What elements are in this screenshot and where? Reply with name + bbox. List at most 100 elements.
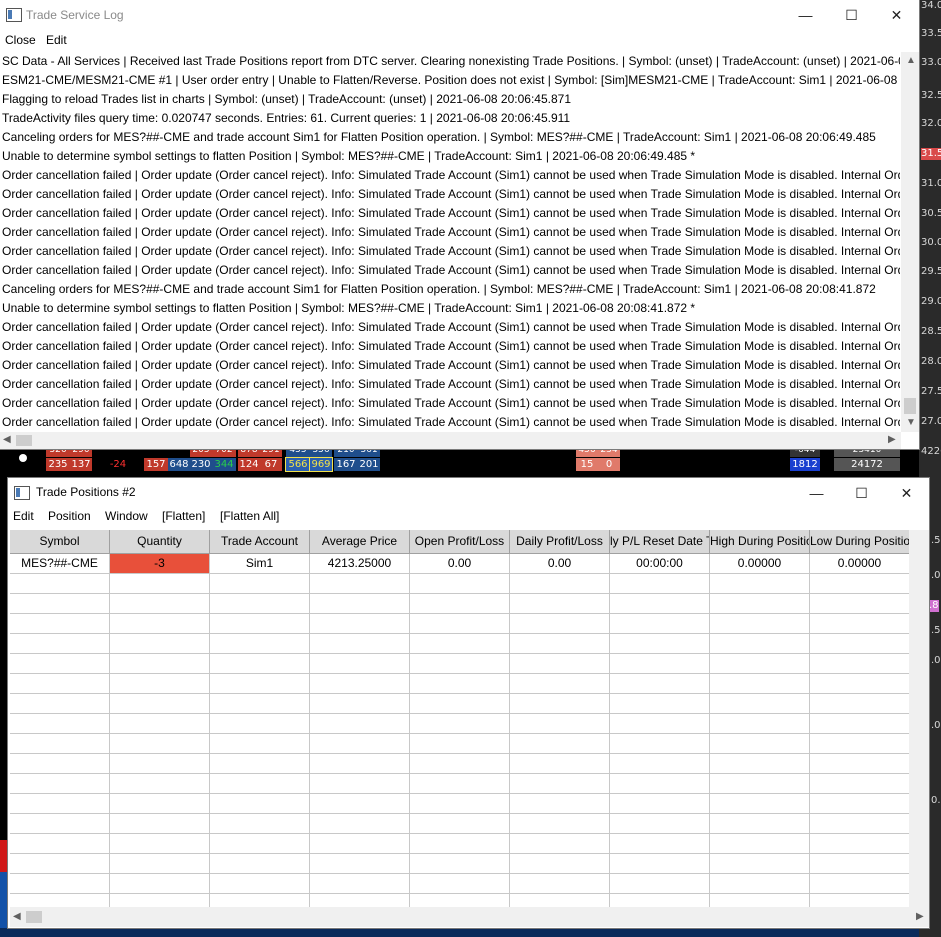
empty-cell[interactable] (110, 874, 210, 894)
empty-cell[interactable] (710, 754, 810, 774)
empty-cell[interactable] (310, 574, 410, 594)
position-cell[interactable]: 0.00 (410, 554, 510, 574)
empty-cell[interactable] (210, 654, 310, 674)
empty-cell[interactable] (10, 714, 110, 734)
log-line[interactable]: Order cancellation failed | Order update… (2, 204, 900, 223)
empty-cell[interactable] (710, 834, 810, 854)
empty-cell[interactable] (710, 794, 810, 814)
empty-cell[interactable] (410, 634, 510, 654)
empty-cell[interactable] (810, 654, 909, 674)
empty-cell[interactable] (810, 894, 909, 907)
empty-cell[interactable] (110, 814, 210, 834)
empty-cell[interactable] (310, 694, 410, 714)
log-horizontal-scrollbar[interactable]: ◀ ▶ (0, 432, 901, 449)
empty-cell[interactable] (410, 774, 510, 794)
menu-flatten-all[interactable]: [Flatten All] (220, 506, 279, 526)
positions-grid[interactable]: Symbol Quantity Trade Account Average Price… (10, 530, 909, 907)
log-vscroll-thumb[interactable] (904, 398, 916, 414)
empty-cell[interactable] (210, 714, 310, 734)
empty-cell[interactable] (810, 854, 909, 874)
log-line[interactable]: SC Data - All Services | Received last T… (2, 52, 900, 71)
empty-cell[interactable] (710, 634, 810, 654)
empty-cell[interactable] (410, 714, 510, 734)
empty-cell[interactable] (810, 614, 909, 634)
empty-cell[interactable] (410, 794, 510, 814)
maximize-button[interactable]: ☐ (829, 0, 874, 30)
empty-cell[interactable] (410, 814, 510, 834)
empty-cell[interactable] (10, 614, 110, 634)
empty-cell[interactable] (810, 694, 909, 714)
empty-cell[interactable] (210, 774, 310, 794)
position-cell[interactable]: 0.00000 (810, 554, 909, 574)
empty-cell[interactable] (810, 754, 909, 774)
log-line[interactable]: Order cancellation failed | Order update… (2, 223, 900, 242)
scroll-down-icon[interactable]: ▼ (906, 417, 916, 429)
empty-cell[interactable] (110, 634, 210, 654)
empty-cell[interactable] (510, 654, 610, 674)
header-daily-pl-reset-date[interactable]: ly P/L Reset Date Ti (610, 530, 710, 554)
log-titlebar[interactable]: Trade Service Log — ☐ ✕ (0, 0, 919, 30)
empty-cell[interactable] (10, 874, 110, 894)
empty-cell[interactable] (10, 694, 110, 714)
empty-cell[interactable] (810, 734, 909, 754)
empty-cell[interactable] (510, 594, 610, 614)
empty-cell[interactable] (210, 594, 310, 614)
empty-cell[interactable] (410, 574, 510, 594)
menu-edit[interactable]: Edit (13, 506, 34, 526)
empty-cell[interactable] (210, 634, 310, 654)
log-line[interactable]: Order cancellation failed | Order update… (2, 394, 900, 413)
empty-cell[interactable] (610, 794, 710, 814)
log-line[interactable]: Order cancellation failed | Order update… (2, 242, 900, 261)
empty-cell[interactable] (310, 754, 410, 774)
log-line[interactable]: Flagging to reload Trades list in charts… (2, 90, 571, 109)
empty-cell[interactable] (410, 854, 510, 874)
empty-cell[interactable] (10, 814, 110, 834)
empty-cell[interactable] (310, 714, 410, 734)
empty-cell[interactable] (710, 614, 810, 634)
menu-close[interactable]: Close (5, 30, 36, 50)
header-average-price[interactable]: Average Price (310, 530, 410, 554)
empty-cell[interactable] (210, 814, 310, 834)
empty-cell[interactable] (210, 874, 310, 894)
empty-cell[interactable] (510, 814, 610, 834)
empty-cell[interactable] (310, 874, 410, 894)
empty-cell[interactable] (510, 714, 610, 734)
log-hscroll-thumb[interactable] (16, 435, 32, 446)
scroll-right-icon[interactable]: ▶ (916, 911, 924, 923)
header-open-profit-loss[interactable]: Open Profit/Loss (410, 530, 510, 554)
position-cell[interactable]: 4213.25000 (310, 554, 410, 574)
empty-cell[interactable] (610, 734, 710, 754)
empty-cell[interactable] (410, 734, 510, 754)
log-line[interactable]: Order cancellation failed | Order update… (2, 337, 900, 356)
empty-cell[interactable] (110, 714, 210, 734)
empty-cell[interactable] (110, 694, 210, 714)
empty-cell[interactable] (10, 634, 110, 654)
empty-cell[interactable] (510, 614, 610, 634)
header-daily-profit-loss[interactable]: Daily Profit/Loss (510, 530, 610, 554)
log-line[interactable]: TradeActivity files query time: 0.020747… (2, 109, 570, 128)
empty-cell[interactable] (10, 774, 110, 794)
empty-cell[interactable] (310, 834, 410, 854)
empty-cell[interactable] (410, 894, 510, 907)
empty-cell[interactable] (310, 614, 410, 634)
empty-cell[interactable] (610, 854, 710, 874)
empty-cell[interactable] (310, 814, 410, 834)
empty-cell[interactable] (710, 874, 810, 894)
log-line[interactable]: Unable to determine symbol settings to f… (2, 147, 695, 166)
empty-cell[interactable] (210, 754, 310, 774)
empty-cell[interactable] (10, 794, 110, 814)
empty-cell[interactable] (110, 654, 210, 674)
position-cell[interactable]: Sim1 (210, 554, 310, 574)
empty-cell[interactable] (110, 734, 210, 754)
empty-cell[interactable] (710, 734, 810, 754)
empty-cell[interactable] (110, 834, 210, 854)
positions-titlebar[interactable]: Trade Positions #2 — ☐ ✕ (8, 478, 929, 508)
positions-horizontal-scrollbar[interactable]: ◀ ▶ (10, 907, 929, 927)
empty-cell[interactable] (510, 754, 610, 774)
log-list[interactable]: SC Data - All Services | Received last T… (0, 52, 900, 432)
log-line[interactable]: Order cancellation failed | Order update… (2, 166, 900, 185)
minimize-button[interactable]: — (783, 0, 828, 30)
empty-cell[interactable] (710, 654, 810, 674)
log-line[interactable]: Unable to determine symbol settings to f… (2, 299, 695, 318)
empty-cell[interactable] (110, 894, 210, 907)
